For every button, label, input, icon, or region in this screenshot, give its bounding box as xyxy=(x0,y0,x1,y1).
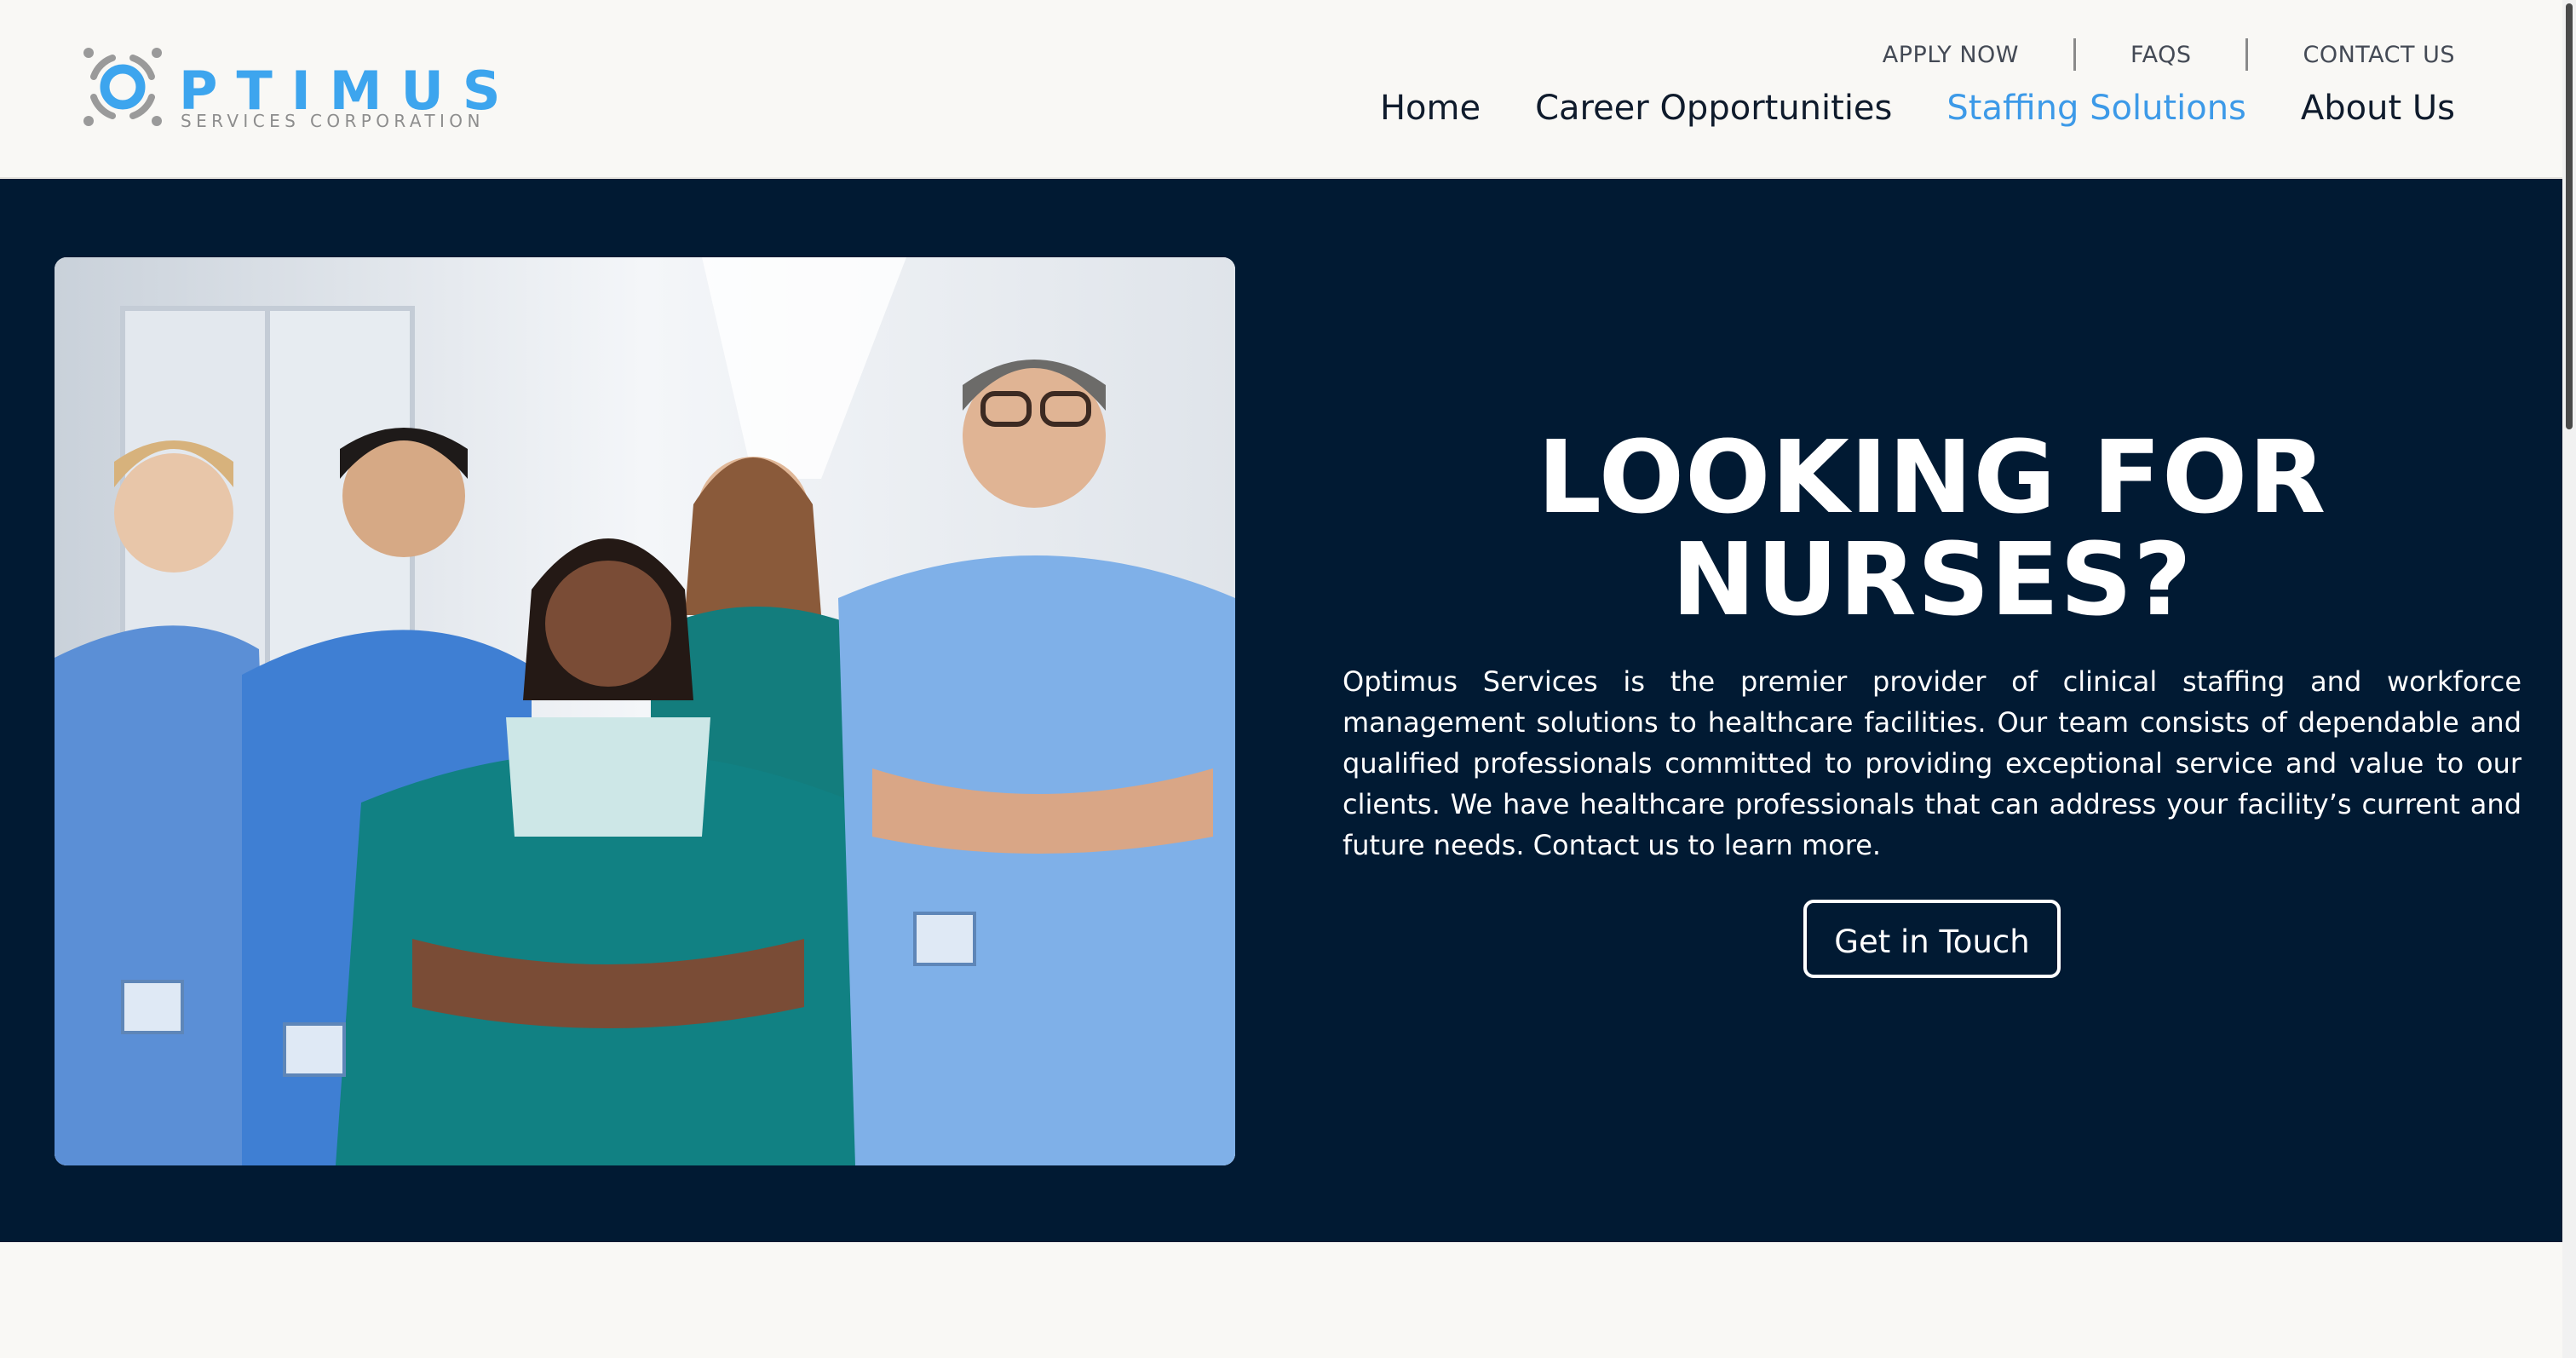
hero-title: LOOKING FOR NURSES? xyxy=(1537,418,2327,638)
hero-image xyxy=(55,257,1235,1165)
hero-content: LOOKING FOR NURSES? Optimus Services is … xyxy=(1343,426,2521,978)
scrollbar-thumb[interactable] xyxy=(2566,3,2573,429)
nav-item-staffing-solutions[interactable]: Staffing Solutions xyxy=(1946,89,2246,128)
page-scrollbar[interactable] xyxy=(2562,0,2576,1358)
site-header: PTIMUS SERVICES CORPORATION APPLY NOW FA… xyxy=(0,0,2562,179)
faqs-link[interactable]: FAQS xyxy=(2130,42,2191,68)
nav-divider xyxy=(2245,38,2249,71)
cta-wrapper: Get in Touch xyxy=(1343,900,2521,978)
hero-section: LOOKING FOR NURSES? Optimus Services is … xyxy=(0,179,2562,1242)
page: PTIMUS SERVICES CORPORATION APPLY NOW FA… xyxy=(0,0,2576,1358)
apply-now-link[interactable]: APPLY NOW xyxy=(1883,42,2019,68)
utility-nav: APPLY NOW FAQS CONTACT US xyxy=(1883,37,2455,72)
optimus-o-ring-icon xyxy=(83,48,162,126)
nav-item-home[interactable]: Home xyxy=(1380,89,1481,128)
brand-logo[interactable]: PTIMUS SERVICES CORPORATION xyxy=(78,43,501,136)
brand-name: PTIMUS xyxy=(179,60,520,122)
nav-item-career-opportunities[interactable]: Career Opportunities xyxy=(1535,89,1892,128)
contact-us-link[interactable]: CONTACT US xyxy=(2303,42,2455,68)
main-nav: Home Career Opportunities Staffing Solut… xyxy=(1325,89,2455,128)
nav-item-about-us[interactable]: About Us xyxy=(2301,89,2455,128)
hero-description: Optimus Services is the premier provider… xyxy=(1343,665,2521,861)
nav-divider xyxy=(2073,38,2077,71)
get-in-touch-button[interactable]: Get in Touch xyxy=(1803,900,2061,978)
brand-tagline: SERVICES CORPORATION xyxy=(181,111,485,131)
nurses-photo-illustration xyxy=(55,257,1235,1165)
